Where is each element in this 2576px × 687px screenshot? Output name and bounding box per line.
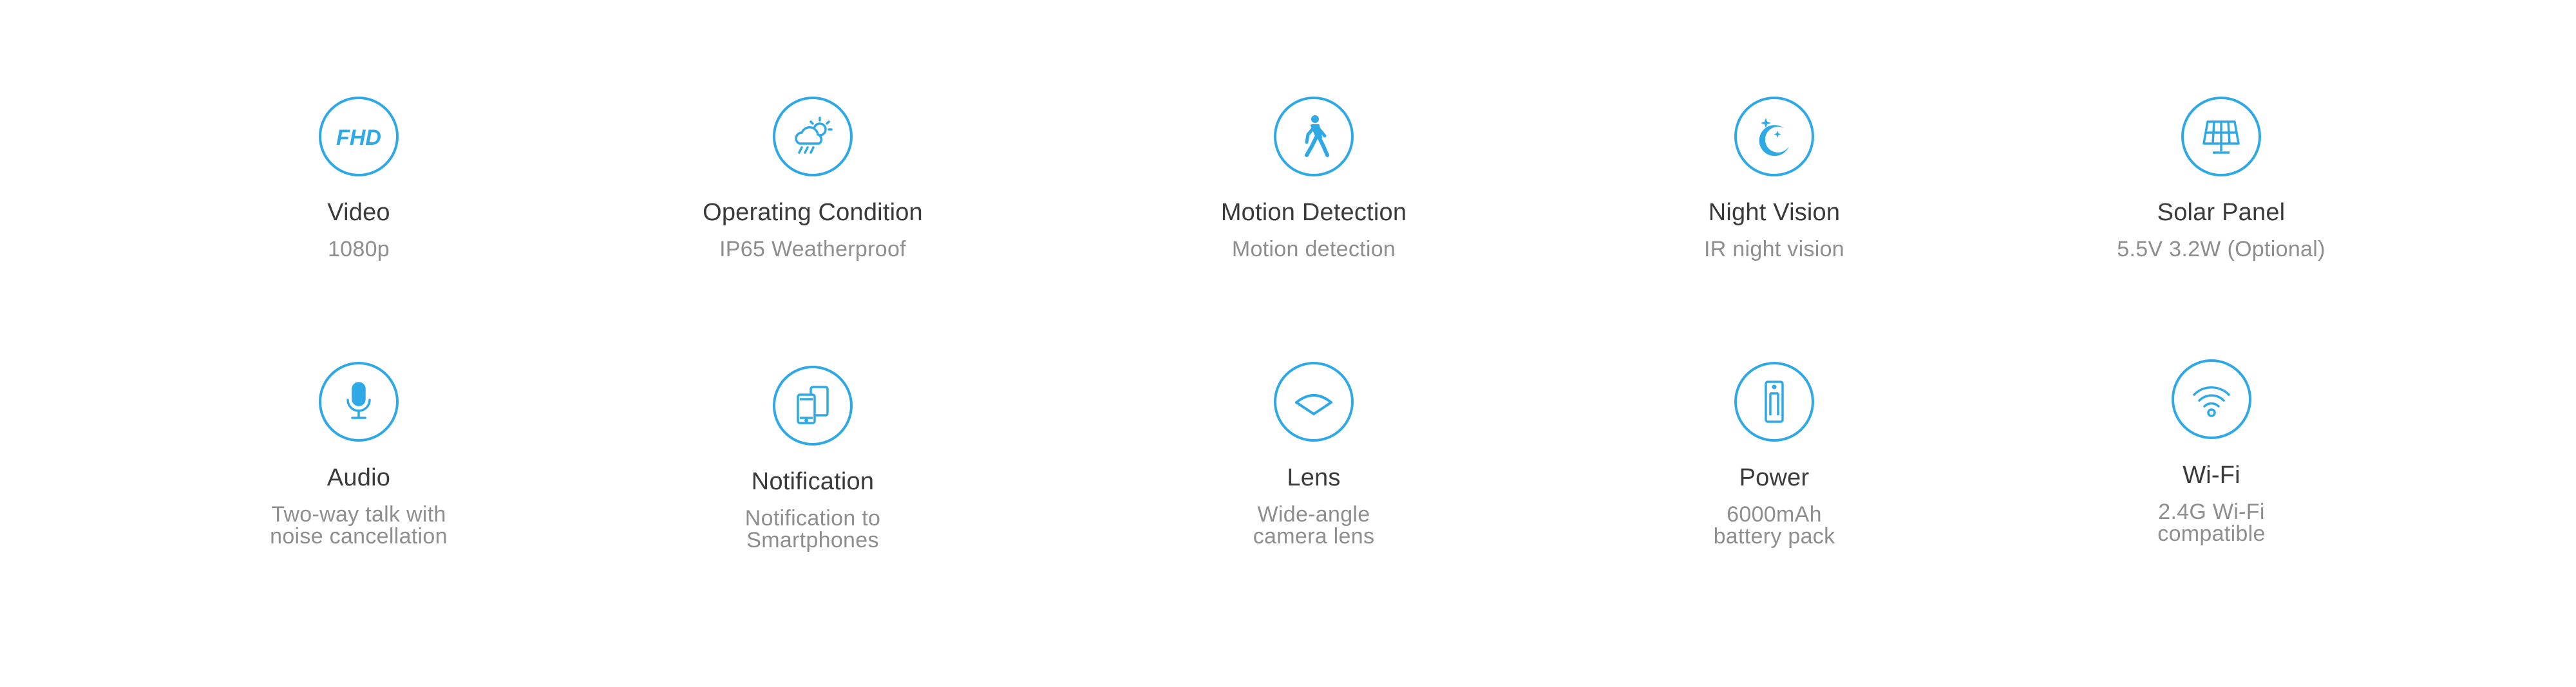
feature-power: Power 6000mAh battery pack <box>1530 362 2019 547</box>
feature-notification: Notification Notification to Smartphones <box>568 366 1057 551</box>
fhd-icon: FHD <box>319 97 399 176</box>
moon-stars-icon <box>1734 97 1814 176</box>
wide-angle-lens-icon <box>1274 362 1354 442</box>
feature-title: Video <box>327 199 390 226</box>
feature-subtitle: Motion detection <box>1231 237 1396 261</box>
feature-subtitle: 1080p <box>327 237 390 261</box>
feature-lens: Lens Wide-angle camera lens <box>1069 362 1558 547</box>
walking-person-icon <box>1274 97 1354 176</box>
smartphones-icon <box>773 366 853 446</box>
feature-subtitle: IP65 Weatherproof <box>719 237 906 261</box>
feature-subtitle: Wide-angle camera lens <box>1253 502 1375 549</box>
feature-subtitle: 6000mAh battery pack <box>1713 502 1835 549</box>
battery-icon <box>1734 362 1814 442</box>
feature-solar-panel: Solar Panel 5.5V 3.2W (Optional) <box>1976 97 2466 260</box>
feature-title: Motion Detection <box>1220 199 1407 226</box>
feature-title: Audio <box>327 464 391 491</box>
feature-night-vision: Night Vision IR night vision <box>1530 97 2019 260</box>
feature-subtitle: 5.5V 3.2W (Optional) <box>2117 237 2325 261</box>
feature-title: Notification <box>751 468 875 495</box>
feature-subtitle: IR night vision <box>1703 237 1845 261</box>
feature-title: Lens <box>1287 464 1341 491</box>
solar-panel-icon <box>2181 97 2261 176</box>
feature-video: FHD Video 1080p <box>114 97 603 260</box>
feature-title: Power <box>1739 464 1810 491</box>
feature-title: Operating Condition <box>703 199 923 226</box>
feature-title: Wi-Fi <box>2183 462 2240 489</box>
feature-motion-detection: Motion Detection Motion detection <box>1069 97 1558 260</box>
weather-icon <box>773 97 853 176</box>
feature-subtitle: Notification to Smartphones <box>744 506 881 552</box>
feature-wifi: Wi-Fi 2.4G Wi-Fi compatible <box>1967 359 2456 545</box>
feature-subtitle: 2.4G Wi-Fi compatible <box>2157 500 2266 546</box>
feature-audio: Audio Two-way talk with noise cancellati… <box>114 362 603 547</box>
wifi-icon <box>2172 359 2251 439</box>
feature-title: Night Vision <box>1708 199 1841 226</box>
feature-subtitle: Two-way talk with noise cancellation <box>270 502 448 549</box>
fhd-icon-text: FHD <box>336 126 381 150</box>
feature-title: Solar Panel <box>2157 199 2286 226</box>
feature-operating-condition: Operating Condition IP65 Weatherproof <box>568 97 1057 260</box>
microphone-icon <box>319 362 399 442</box>
